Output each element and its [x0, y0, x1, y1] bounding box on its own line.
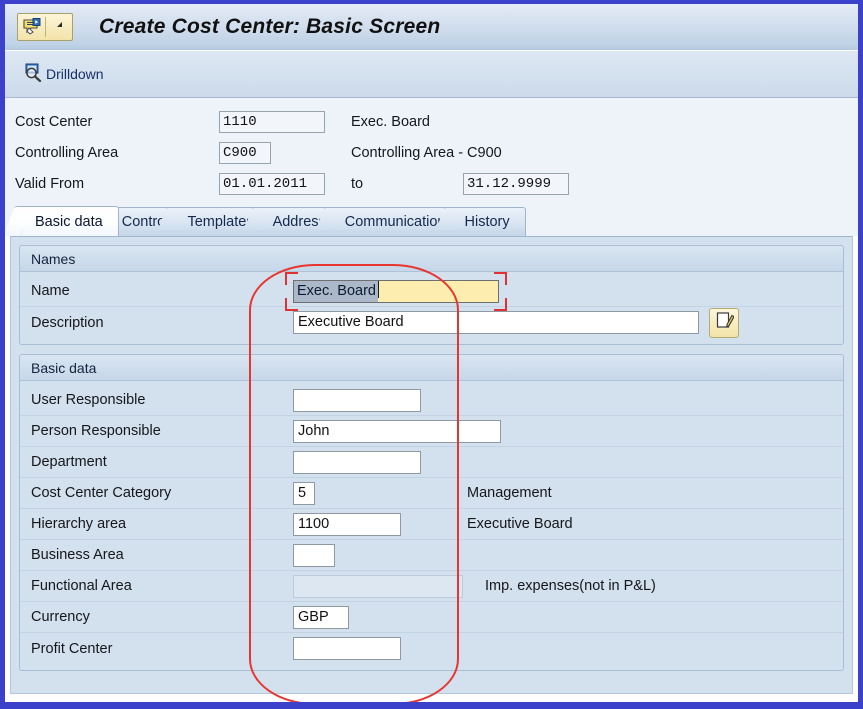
- controlling-area-input[interactable]: C900: [219, 141, 271, 164]
- system-menu-button[interactable]: [17, 13, 73, 41]
- cost-center-category-label: Cost Center Category: [31, 485, 172, 501]
- tab-label: History: [464, 214, 510, 230]
- hierarchy-area-input[interactable]: 1100: [293, 512, 401, 536]
- person-responsible-row: Person Responsible John: [20, 416, 843, 447]
- drilldown-label: Drilldown: [46, 66, 104, 82]
- sap-menu-icon: [18, 17, 45, 37]
- description-row: Description Executive Board: [20, 307, 843, 338]
- drilldown-magnifier-icon: [23, 62, 43, 87]
- name-input-selected-text: Exec. Board: [294, 280, 378, 302]
- hierarchy-area-row: Hierarchy area 1100 Executive Board: [20, 509, 843, 540]
- description-input[interactable]: Executive Board: [293, 311, 699, 334]
- profit-center-row: Profit Center: [20, 633, 843, 664]
- cost-center-category-description: Management: [467, 485, 552, 501]
- description-long-text-button[interactable]: [709, 307, 739, 338]
- functional-area-label: Functional Area: [31, 578, 132, 594]
- cost-center-label: Cost Center: [15, 113, 93, 130]
- cost-center-category-input[interactable]: 5: [293, 481, 315, 505]
- business-area-label: Business Area: [31, 547, 124, 563]
- cost-center-category-row: Cost Center Category 5 Management: [20, 478, 843, 509]
- currency-label: Currency: [31, 609, 90, 625]
- name-input[interactable]: Exec. Board: [293, 279, 499, 303]
- business-area-input[interactable]: [293, 543, 335, 567]
- application-toolbar: Drilldown: [5, 51, 858, 98]
- basic-data-group-title: Basic data: [20, 355, 843, 381]
- tab-basic-data[interactable]: Basic data: [23, 206, 119, 236]
- names-group: Names Name Exec. Board Description Execu…: [19, 245, 844, 345]
- header-fields: Cost Center 1110 Exec. Board Controlling…: [5, 98, 858, 205]
- valid-from-row: Valid From 01.01.2011 to 31.12.9999: [5, 168, 858, 199]
- tab-history[interactable]: History: [452, 207, 526, 236]
- names-group-title: Names: [20, 246, 843, 272]
- department-label: Department: [31, 454, 107, 470]
- functional-area-input: [293, 574, 463, 598]
- basic-data-tab-panel: Names Name Exec. Board Description Execu…: [10, 236, 853, 694]
- cost-center-description: Exec. Board: [351, 113, 430, 130]
- functional-area-row: Functional Area Imp. expenses(not in P&L…: [20, 571, 843, 602]
- name-label: Name: [31, 283, 70, 299]
- hierarchy-area-label: Hierarchy area: [31, 516, 127, 532]
- profit-center-label: Profit Center: [31, 640, 113, 657]
- department-input[interactable]: [293, 450, 421, 474]
- person-responsible-input[interactable]: John: [293, 419, 501, 443]
- business-area-row: Business Area: [20, 540, 843, 571]
- user-responsible-row: User Responsible: [20, 385, 843, 416]
- department-row: Department: [20, 447, 843, 478]
- functional-area-description: Imp. expenses(not in P&L): [485, 578, 656, 594]
- cost-center-input[interactable]: 1110: [219, 110, 325, 133]
- description-label: Description: [31, 314, 104, 331]
- name-row: Name Exec. Board: [20, 271, 843, 311]
- tab-strip: Basic data Control Templates Address Com…: [5, 205, 858, 236]
- user-responsible-input[interactable]: [293, 388, 421, 412]
- tab-label: Communication: [344, 214, 446, 230]
- note-pencil-icon: [715, 311, 735, 335]
- sap-window: Create Cost Center: Basic Screen Drilldo…: [0, 0, 863, 709]
- valid-from-input[interactable]: 01.01.2011: [219, 172, 325, 195]
- person-responsible-label: Person Responsible: [31, 423, 161, 439]
- user-responsible-label: User Responsible: [31, 392, 146, 408]
- tab-label: Basic data: [35, 213, 103, 230]
- profit-center-input[interactable]: [293, 637, 401, 660]
- valid-from-label: Valid From: [15, 175, 85, 192]
- controlling-area-row: Controlling Area C900 Controlling Area -…: [5, 137, 858, 168]
- drilldown-button[interactable]: Drilldown: [23, 62, 104, 87]
- names-group-body: Name Exec. Board Description Executive B…: [20, 271, 843, 344]
- currency-input[interactable]: GBP: [293, 605, 349, 629]
- title-bar: Create Cost Center: Basic Screen: [5, 4, 858, 51]
- hierarchy-area-description: Executive Board: [467, 516, 573, 532]
- controlling-area-label: Controlling Area: [15, 144, 119, 161]
- valid-to-input[interactable]: 31.12.9999: [463, 172, 569, 195]
- page-title: Create Cost Center: Basic Screen: [99, 15, 441, 38]
- basic-data-group-body: User Responsible Person Responsible John…: [20, 381, 843, 670]
- controlling-area-description: Controlling Area - C900: [351, 144, 502, 161]
- valid-to-label: to: [351, 175, 364, 192]
- text-cursor: [378, 280, 379, 298]
- currency-row: Currency GBP: [20, 602, 843, 633]
- caret-down-icon[interactable]: [46, 22, 72, 32]
- basic-data-group: Basic data User Responsible Person Respo…: [19, 354, 844, 671]
- cost-center-row: Cost Center 1110 Exec. Board: [5, 106, 858, 137]
